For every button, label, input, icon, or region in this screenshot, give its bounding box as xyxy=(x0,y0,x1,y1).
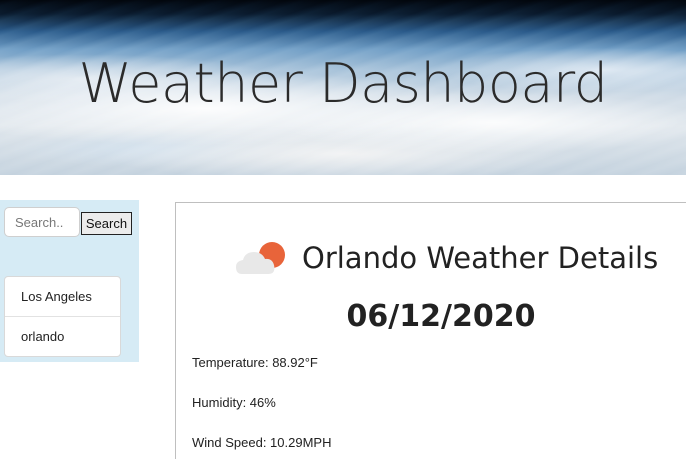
sidebar: Search Los Angeles orlando xyxy=(0,200,139,362)
humidity-text: Humidity: 46% xyxy=(192,395,276,410)
history-item-los-angeles[interactable]: Los Angeles xyxy=(5,277,120,316)
search-button[interactable]: Search xyxy=(81,212,132,235)
temperature-text: Temperature: 88.92°F xyxy=(192,355,318,370)
forecast-date: 06/12/2020 xyxy=(346,299,536,334)
history-item-orlando[interactable]: orlando xyxy=(5,316,120,356)
city-title: Orlando Weather Details xyxy=(302,241,659,275)
partly-cloudy-sun-icon xyxy=(236,242,285,274)
search-history-list: Los Angeles orlando xyxy=(4,276,121,357)
weather-details-card: Orlando Weather Details 06/12/2020 Tempe… xyxy=(175,202,686,459)
page-title: Weather Dashboard xyxy=(78,52,609,115)
header-banner: Weather Dashboard xyxy=(0,0,686,175)
wind-speed-text: Wind Speed: 10.29MPH xyxy=(192,435,332,450)
weather-dashboard-page: Weather Dashboard Search Los Angeles orl… xyxy=(0,0,686,459)
search-input[interactable] xyxy=(4,207,80,237)
card-title-row: Orlando Weather Details xyxy=(236,238,658,278)
